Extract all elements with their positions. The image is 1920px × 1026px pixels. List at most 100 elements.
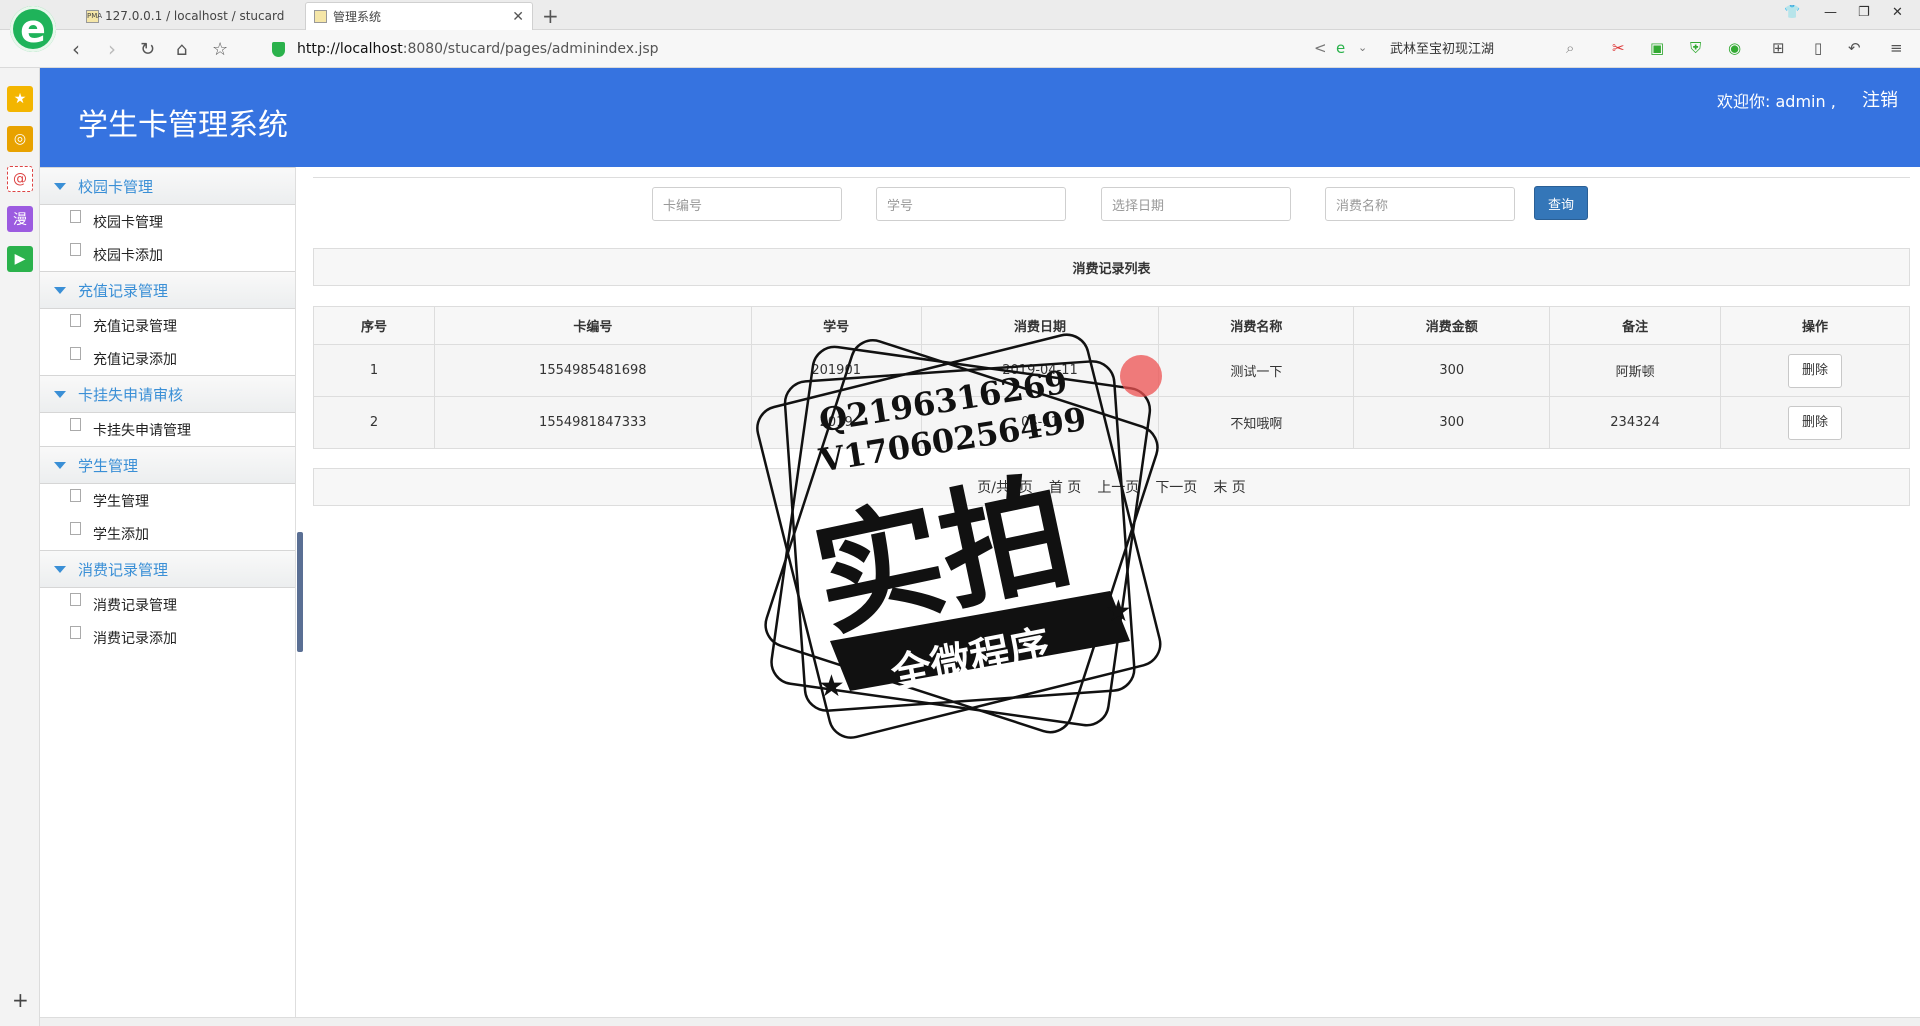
add-sidebar-icon[interactable]: + [12,988,29,1012]
menu-group-loss-report[interactable]: 卡挂失申请审核 [40,375,295,413]
scissors-icon[interactable]: ✂ [1612,39,1625,57]
menu-item-loss-report-manage[interactable]: 卡挂失申请管理 [40,413,295,446]
delete-button[interactable]: 删除 [1788,405,1843,440]
browser-logo-icon: e [10,6,56,52]
document-icon [70,243,81,256]
student-id-input[interactable]: 学号 [876,187,1066,221]
menu-item-consumption-manage[interactable]: 消费记录管理 [40,588,295,621]
apps-icon[interactable]: ⊞ [1772,39,1785,57]
back-icon[interactable]: ‹ [72,37,80,61]
welcome-text: 欢迎你: admin , [1717,92,1836,111]
query-button[interactable]: 查询 [1534,186,1588,220]
menu-item-student-add[interactable]: 学生添加 [40,517,295,550]
tablet-icon[interactable]: ▯ [1814,39,1822,57]
sidebar-resize-handle[interactable] [297,532,303,652]
search-box[interactable]: 武林至宝初现江湖 [1390,38,1590,57]
game-icon[interactable]: ◉ [1728,39,1741,57]
app-sidebar-menu: 校园卡管理 校园卡管理 校园卡添加 充值记录管理 充值记录管理 充值记录添加 卡… [40,167,296,1026]
menu-item-recharge-manage[interactable]: 充值记录管理 [40,309,295,342]
search-icon[interactable]: ⌕ [1566,39,1574,57]
menu-item-label: 学生添加 [93,526,149,543]
weibo-icon[interactable]: ◎ [7,126,33,152]
col-header-name: 消费名称 [1158,306,1355,345]
cell-amount: 300 [1353,396,1551,449]
first-page-link[interactable]: 首 页 [1049,477,1081,497]
menu-group-campus-card[interactable]: 校园卡管理 [40,167,295,205]
url-field[interactable]: http://localhost:8080/stucard/pages/admi… [272,38,1302,60]
date-picker-input[interactable]: 选择日期 [1101,187,1291,221]
menu-group-student[interactable]: 学生管理 [40,446,295,484]
table-row: 2 1554981847333 2019 04-11 不知哦啊 300 2343… [313,396,1910,449]
mail-icon[interactable]: @ [7,166,33,192]
document-icon [70,522,81,535]
col-header-student: 学号 [750,306,922,345]
menu-item-consumption-add[interactable]: 消费记录添加 [40,621,295,654]
next-page-link[interactable]: 下一页 [1155,477,1197,497]
document-icon [70,210,81,223]
cell-no: 2 [313,396,435,449]
ie-mode-icon[interactable]: e [1336,39,1345,57]
menu-icon[interactable]: ≡ [1890,39,1903,57]
cell-note: 234324 [1549,396,1722,449]
col-header-amount: 消费金额 [1353,306,1551,345]
tab-label: 管理系统 [333,10,382,24]
document-icon [70,418,81,431]
minimize-button[interactable]: — [1824,5,1837,20]
menu-group-recharge[interactable]: 充值记录管理 [40,271,295,309]
menu-group-label: 学生管理 [78,456,139,475]
comic-icon[interactable]: 漫 [7,206,33,232]
caret-down-icon [54,286,66,294]
cell-action: 删除 [1720,344,1910,397]
menu-group-consumption[interactable]: 消费记录管理 [40,550,295,588]
main-content: 卡编号 学号 选择日期 消费名称 查询 消费记录列表 序号 卡编号 学号 消费日… [313,167,1910,1017]
menu-group-label: 卡挂失申请审核 [78,385,184,404]
reload-icon[interactable]: ↻ [140,39,155,60]
consumption-name-input[interactable]: 消费名称 [1325,187,1515,221]
menu-item-campus-card-add[interactable]: 校园卡添加 [40,238,295,271]
video-icon[interactable]: ▶ [7,246,33,272]
cell-note: 阿斯顿 [1549,344,1722,397]
star-icon[interactable]: ☆ [212,39,228,60]
col-header-action: 操作 [1720,306,1910,345]
extension-icon[interactable]: ▣ [1650,39,1664,57]
browser-tab-phpmyadmin[interactable]: PMA 127.0.0.1 / localhost / stucard [78,2,298,30]
browser-logo[interactable]: e [10,6,56,56]
panel-title: 消费记录列表 [313,248,1910,286]
card-number-input[interactable]: 卡编号 [652,187,842,221]
menu-item-student-manage[interactable]: 学生管理 [40,484,295,517]
menu-group-label: 校园卡管理 [78,177,154,196]
close-tab-icon[interactable]: ✕ [512,9,524,25]
skin-icon[interactable]: 👕 [1784,5,1800,20]
restore-button[interactable]: ❐ [1858,5,1870,20]
chevron-down-icon[interactable]: ⌄ [1358,41,1367,54]
col-header-date: 消费日期 [920,306,1160,345]
logout-link[interactable]: 注销 [1862,86,1898,112]
share-icon[interactable]: < [1314,39,1327,57]
col-header-note: 备注 [1549,306,1722,345]
cell-date: 04-11 [920,396,1160,449]
favorites-icon[interactable]: ★ [7,86,33,112]
last-page-link[interactable]: 末 页 [1213,477,1245,497]
cell-action: 删除 [1720,396,1910,449]
security-icon[interactable]: ⛨ [1690,39,1701,57]
cell-card: 1554981847333 [433,396,752,449]
table-header-row: 序号 卡编号 学号 消费日期 消费名称 消费金额 备注 操作 [313,306,1910,345]
prev-page-link[interactable]: 上一页 [1097,477,1139,497]
undo-icon[interactable]: ↶ [1848,39,1861,57]
cell-card: 1554985481698 [433,344,752,397]
forward-icon[interactable]: › [108,37,116,61]
menu-item-recharge-add[interactable]: 充值记录添加 [40,342,295,375]
home-icon[interactable]: ⌂ [176,39,187,60]
col-header-no: 序号 [313,306,435,345]
app-header: 学生卡管理系统 欢迎你: admin , 注销 [40,68,1920,167]
menu-item-label: 学生管理 [93,493,149,510]
menu-item-campus-card-manage[interactable]: 校园卡管理 [40,205,295,238]
delete-button[interactable]: 删除 [1788,353,1843,388]
menu-item-label: 校园卡添加 [93,247,163,264]
cursor-highlight [1120,355,1162,397]
menu-item-label: 充值记录管理 [93,318,177,335]
new-tab-button[interactable]: + [542,4,559,28]
secure-shield-icon [272,41,285,57]
close-window-button[interactable]: ✕ [1892,5,1903,20]
browser-tab-admin[interactable]: 管理系统 ✕ [305,2,533,30]
